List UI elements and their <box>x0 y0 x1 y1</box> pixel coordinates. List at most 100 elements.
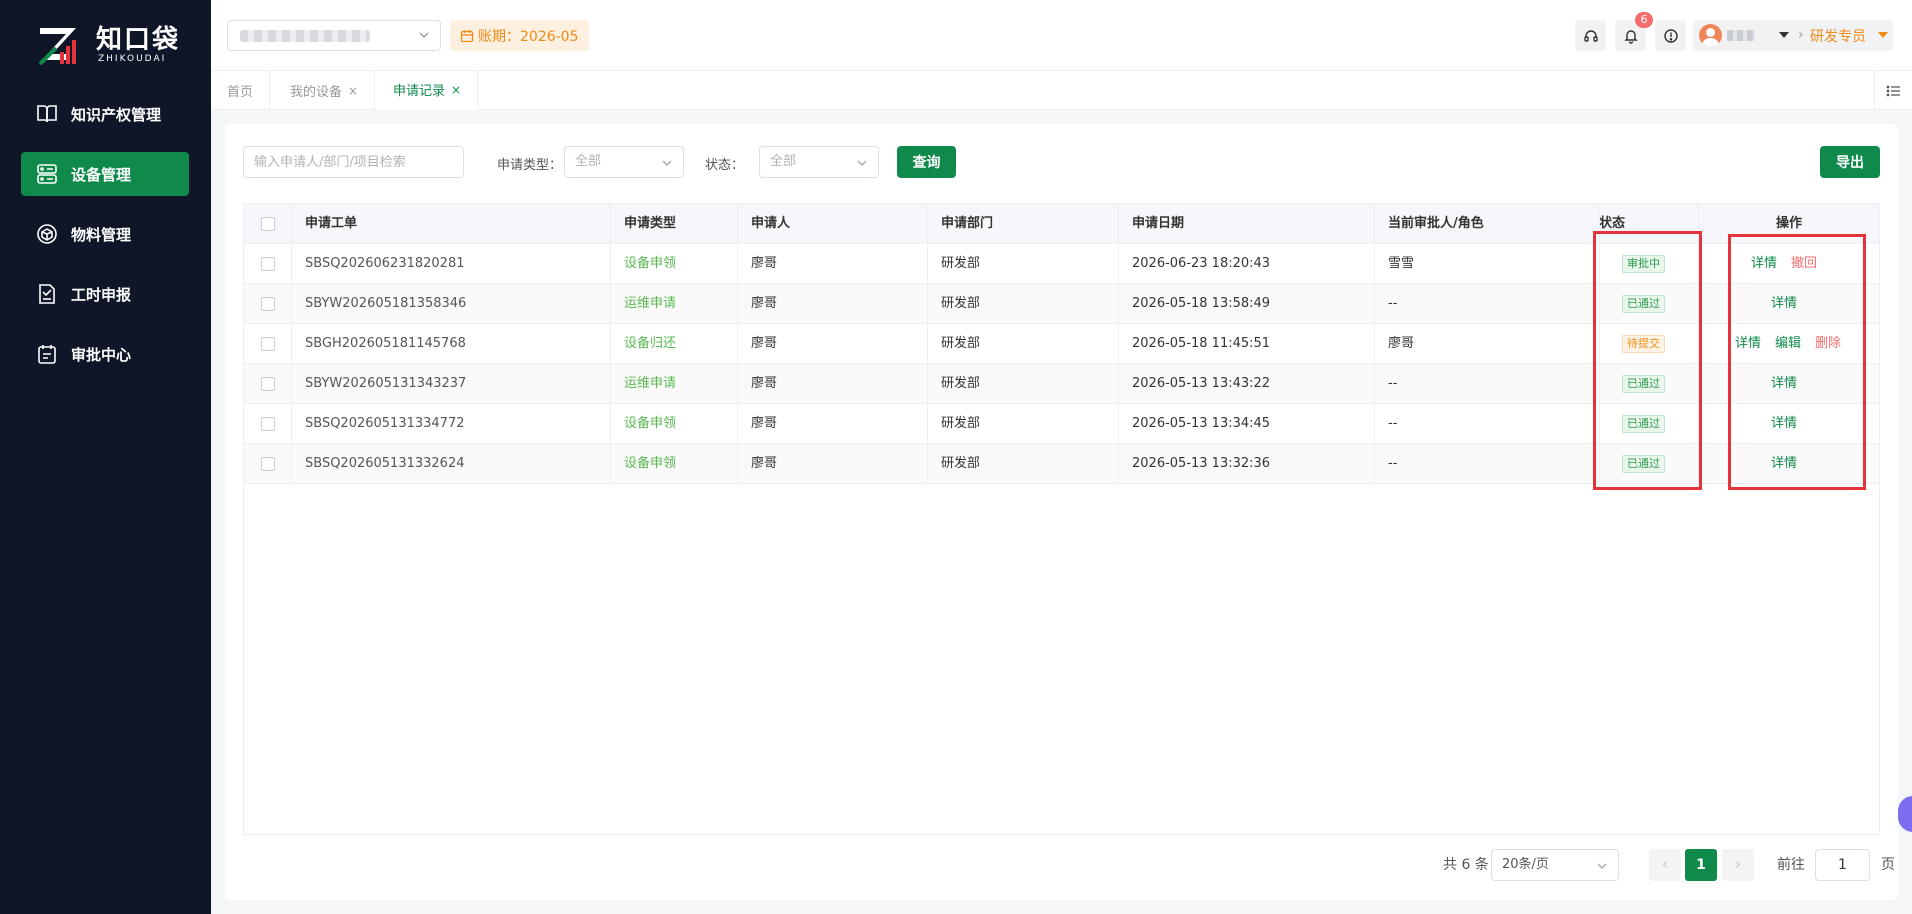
period-label: 账期：2026-05 <box>478 28 579 45</box>
row-checkbox[interactable] <box>261 457 275 471</box>
column-divider <box>610 204 611 484</box>
chevron-down-icon <box>1597 863 1607 869</box>
current-approver: -- <box>1388 296 1398 311</box>
redacted-tenant-name <box>240 30 370 42</box>
application-type: 设备申领 <box>624 456 677 471</box>
support-button[interactable] <box>1575 20 1606 51</box>
actions-column-highlight <box>1728 234 1866 490</box>
status-filter-value: 全部 <box>770 154 797 169</box>
application-date: 2026-05-13 13:34:45 <box>1132 416 1271 431</box>
tab-list-button[interactable] <box>1874 71 1912 110</box>
page-size-select[interactable]: 20条/页 <box>1491 849 1619 881</box>
row-checkbox[interactable] <box>261 417 275 431</box>
order-number: SBGH202605181145768 <box>305 336 466 351</box>
records-table: 申请工单 申请类型 申请人 申请部门 申请日期 当前审批人/角色 状态 操作 S… <box>243 203 1880 835</box>
close-icon[interactable]: × <box>451 83 461 97</box>
sidebar-item-label: 设备管理 <box>71 165 132 184</box>
top-bar: 账期：2026-05 6 › 研发专员 <box>211 0 1912 70</box>
tab-application-records[interactable]: 申请记录 × <box>377 71 479 110</box>
applicant: 廖哥 <box>751 416 778 431</box>
status-filter-select[interactable]: 全部 <box>759 146 879 178</box>
sidebar-item-approval-center[interactable]: 审批中心 <box>21 332 189 376</box>
current-approver: 廖哥 <box>1388 336 1415 351</box>
applicant: 廖哥 <box>751 456 778 471</box>
department: 研发部 <box>941 256 981 271</box>
page-size-value: 20条/页 <box>1502 857 1549 872</box>
tab-my-devices[interactable]: 我的设备 × <box>274 71 376 110</box>
applicant: 廖哥 <box>751 256 778 271</box>
sidebar-item-label: 工时申报 <box>71 285 132 304</box>
application-type: 运维申请 <box>624 376 677 391</box>
applicant: 廖哥 <box>751 336 778 351</box>
goto-page-input[interactable] <box>1815 849 1870 881</box>
column-header: 申请日期 <box>1132 216 1185 231</box>
book-icon <box>37 105 57 123</box>
sidebar-item-device-management[interactable]: 设备管理 <box>21 152 189 196</box>
tab-home[interactable]: 首页 <box>211 71 271 110</box>
select-all-checkbox[interactable] <box>261 217 275 231</box>
logo-mark-icon <box>38 28 76 66</box>
department: 研发部 <box>941 416 981 431</box>
prev-page-button[interactable]: ‹ <box>1649 849 1681 881</box>
sidebar-item-ip-management[interactable]: 知识产权管理 <box>21 92 189 136</box>
bell-icon <box>1623 29 1638 44</box>
application-date: 2026-05-18 13:58:49 <box>1132 296 1271 311</box>
column-divider <box>1374 204 1375 484</box>
order-number: SBSQ202605131334772 <box>305 416 465 431</box>
column-divider <box>927 204 928 484</box>
column-header: 申请部门 <box>941 216 994 231</box>
user-menu[interactable]: › 研发专员 <box>1693 20 1893 51</box>
application-date: 2026-05-18 11:45:51 <box>1132 336 1271 351</box>
page-number-current[interactable]: 1 <box>1685 849 1717 881</box>
next-page-button[interactable]: › <box>1722 849 1754 881</box>
close-icon[interactable]: × <box>348 84 358 98</box>
search-input[interactable] <box>243 146 464 178</box>
redacted-user-name <box>1727 30 1755 41</box>
logo-text-en: ZHIKOUDAI <box>98 54 167 64</box>
column-header: 申请类型 <box>624 216 677 231</box>
tab-label: 首页 <box>227 85 254 100</box>
column-header: 申请人 <box>751 216 791 231</box>
calendar-icon <box>460 29 474 42</box>
applicant: 廖哥 <box>751 376 778 391</box>
device-icon <box>37 164 57 184</box>
chevron-down-icon <box>419 32 429 38</box>
query-button[interactable]: 查询 <box>897 146 956 178</box>
list-icon <box>1886 85 1900 96</box>
row-checkbox[interactable] <box>261 337 275 351</box>
application-date: 2026-05-13 13:43:22 <box>1132 376 1271 391</box>
accounting-period-badge: 账期：2026-05 <box>450 20 589 51</box>
row-checkbox[interactable] <box>261 377 275 391</box>
application-type: 设备申领 <box>624 256 677 271</box>
row-checkbox[interactable] <box>261 297 275 311</box>
chevron-right-icon: › <box>1798 27 1804 43</box>
sidebar-item-label: 审批中心 <box>71 345 132 364</box>
application-date: 2026-06-23 18:20:43 <box>1132 256 1271 271</box>
info-button[interactable] <box>1655 20 1686 51</box>
application-date: 2026-05-13 13:32:36 <box>1132 456 1271 471</box>
current-approver: -- <box>1388 456 1398 471</box>
chevron-down-icon <box>857 160 867 166</box>
goto-label: 前往 <box>1777 857 1805 873</box>
tab-label: 我的设备 <box>290 85 343 100</box>
type-filter-label: 申请类型： <box>497 158 563 173</box>
row-checkbox[interactable] <box>261 257 275 271</box>
order-number: SBYW202605181358346 <box>305 296 467 311</box>
column-header: 申请工单 <box>305 216 358 231</box>
department: 研发部 <box>941 376 981 391</box>
role-caret-down-icon <box>1878 32 1888 38</box>
sidebar-item-material-management[interactable]: 物料管理 <box>21 212 189 256</box>
tenant-selector[interactable] <box>227 20 441 51</box>
type-filter-value: 全部 <box>575 154 602 169</box>
department: 研发部 <box>941 336 981 351</box>
department: 研发部 <box>941 456 981 471</box>
sidebar-item-timesheet[interactable]: 工时申报 <box>21 272 189 316</box>
column-divider <box>291 204 292 484</box>
sidebar-item-label: 知识产权管理 <box>71 105 162 124</box>
current-approver: -- <box>1388 416 1398 431</box>
type-filter-select[interactable]: 全部 <box>564 146 684 178</box>
export-button[interactable]: 导出 <box>1820 146 1880 178</box>
application-type: 设备归还 <box>624 336 677 351</box>
column-divider <box>1118 204 1119 484</box>
order-number: SBSQ202605131332624 <box>305 456 465 471</box>
